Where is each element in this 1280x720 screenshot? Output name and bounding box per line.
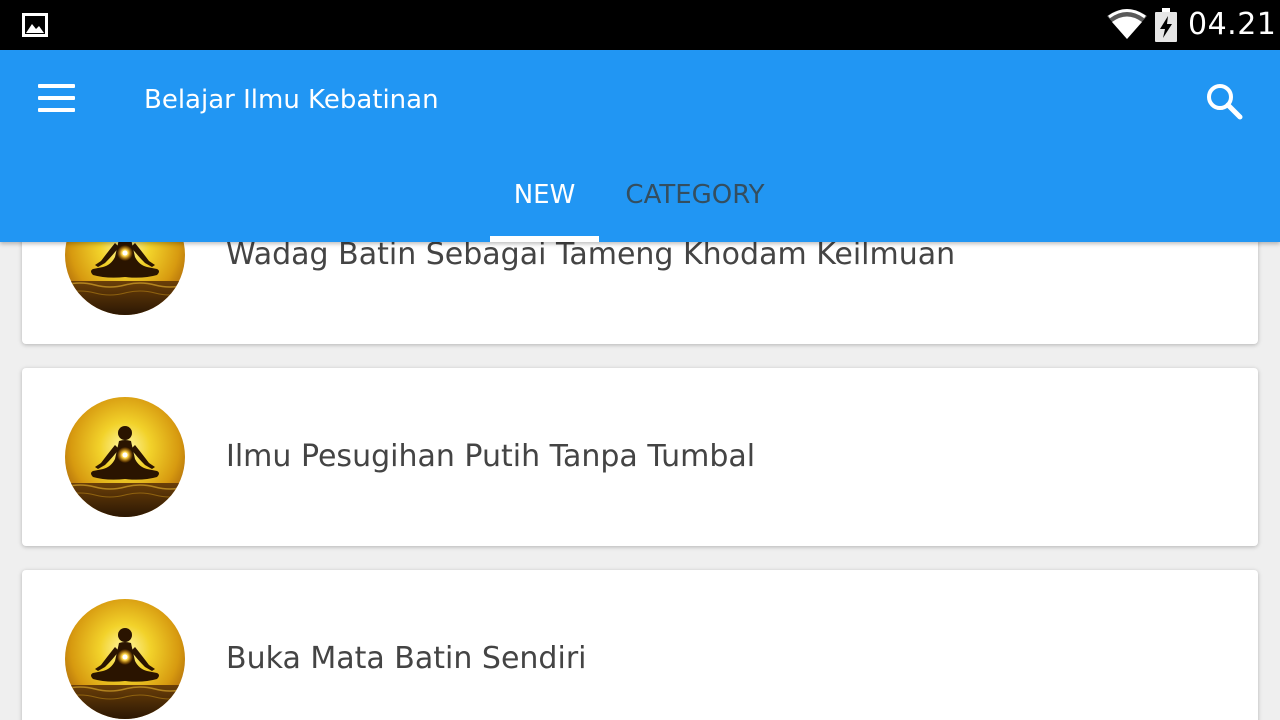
tab-new-label: NEW	[513, 180, 576, 210]
article-title: Wadag Batin Sebagai Tameng Khodam Keilmu…	[226, 242, 956, 272]
meditation-icon	[65, 242, 185, 315]
meditation-icon	[65, 599, 185, 719]
meditation-icon	[65, 397, 185, 517]
battery-charging-icon	[1155, 8, 1177, 42]
list-item[interactable]: Wadag Batin Sebagai Tameng Khodam Keilmu…	[22, 242, 1258, 344]
tab-indicator	[490, 236, 599, 242]
status-time: 04.21	[1188, 7, 1277, 42]
app-title: Belajar Ilmu Kebatinan	[144, 85, 439, 115]
status-bar: 04.21	[0, 0, 1280, 50]
list-item[interactable]: Ilmu Pesugihan Putih Tanpa Tumbal	[22, 368, 1258, 546]
tab-category[interactable]: CATEGORY	[610, 160, 780, 242]
tab-new[interactable]: NEW	[490, 160, 599, 242]
menu-icon[interactable]	[30, 78, 82, 122]
article-title: Buka Mata Batin Sendiri	[226, 641, 587, 676]
image-icon	[22, 13, 48, 37]
list-item[interactable]: Buka Mata Batin Sendiri	[22, 570, 1258, 720]
app-bar: Belajar Ilmu Kebatinan NEW CATEGORY	[0, 50, 1280, 242]
article-title: Ilmu Pesugihan Putih Tanpa Tumbal	[226, 439, 756, 474]
article-list[interactable]: Wadag Batin Sebagai Tameng Khodam Keilmu…	[0, 242, 1280, 720]
tab-category-label: CATEGORY	[625, 180, 765, 210]
search-icon[interactable]	[1196, 74, 1252, 130]
wifi-icon	[1107, 9, 1147, 39]
